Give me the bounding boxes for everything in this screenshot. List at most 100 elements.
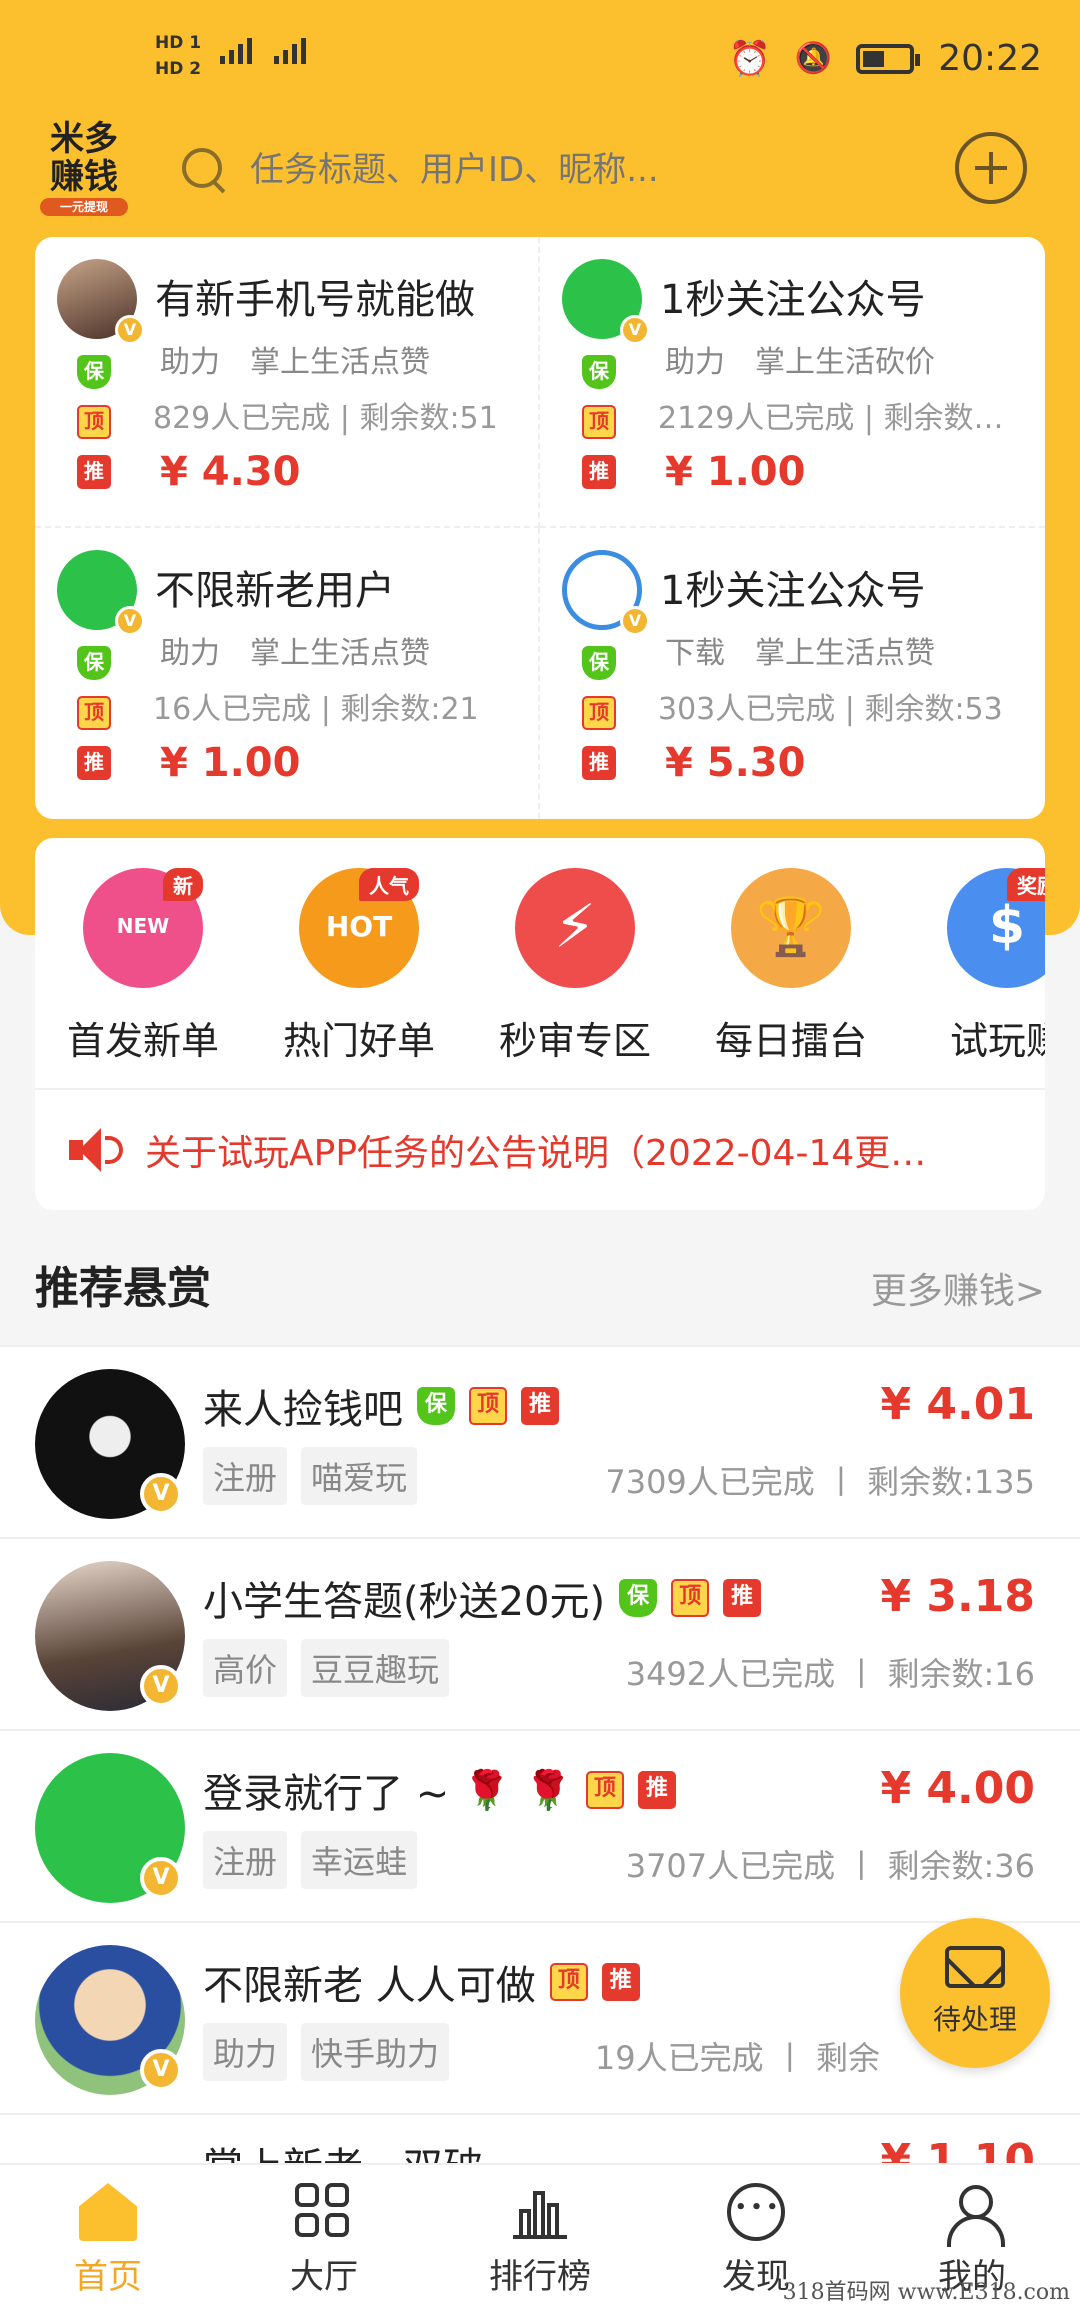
reward-stats: 3492人已完成 丨 剩余数:16 <box>625 1655 1035 1693</box>
section-title: 推荐悬赏 <box>35 1263 211 1314</box>
task-type: 助力 <box>665 345 725 380</box>
task-type: 下载 <box>665 636 725 671</box>
new-icon: NEW 新 <box>83 868 203 988</box>
status-bar: HD 1 HD 2 ⏰ 🔕 20:22 <box>0 0 1080 120</box>
menu-item-daily-arena[interactable]: 🏆 每日擂台 <box>683 868 899 1068</box>
trophy-icon: 🏆 <box>731 868 851 988</box>
reward-title: 登录就行了 ~ <box>203 1771 450 1817</box>
lightning-icon: ⚡ <box>515 868 635 988</box>
verified-badge: V <box>620 606 650 636</box>
task-stats: 829人已完成 | 剩余数:51 <box>153 401 498 436</box>
task-price: ¥ 1.00 <box>160 740 301 786</box>
recommend-badge: 推 <box>582 746 616 780</box>
featured-task-card[interactable]: V 保 顶 推 1秒关注公众号 下载 掌上生活点赞 303人已完成 | 剩余数:5… <box>540 528 1045 819</box>
task-type: 助力 <box>160 345 220 380</box>
task-stats: 2129人已完成 | 剩余数… <box>658 401 1004 436</box>
rose-icon: 🌹 <box>524 1767 572 1812</box>
clock: 20:22 <box>938 38 1042 79</box>
home-icon <box>79 2183 137 2241</box>
verified-badge: V <box>140 1473 182 1515</box>
verified-badge: V <box>115 606 145 636</box>
top-badge: 顶 <box>582 405 616 439</box>
featured-task-card[interactable]: V 保 顶 推 有新手机号就能做 助力 掌上生活点赞 829人已完成 | 剩余数:… <box>35 237 540 528</box>
verified-badge: V <box>140 2049 182 2091</box>
featured-task-card[interactable]: V 保 顶 推 不限新老用户 助力 掌上生活点赞 16人已完成 | 剩余数:21 … <box>35 528 540 819</box>
menu-item-first-release[interactable]: NEW 新 首发新单 <box>35 868 251 1068</box>
verified-badge: V <box>620 315 650 345</box>
list-item[interactable]: V 登录就行了 ~ 🌹 🌹 顶 推 注册 幸运蛙 ¥ 4.00 3707人已完成… <box>0 1729 1080 1921</box>
chat-icon <box>727 2183 785 2241</box>
top-badge: 顶 <box>549 1963 588 2001</box>
sim-badges: HD 1 HD 2 <box>155 30 201 82</box>
list-item[interactable]: V 小学生答题(秒送20元) 保 顶 推 高价 豆豆趣玩 ¥ 3.18 3492… <box>0 1537 1080 1729</box>
menu-label: 试玩赚 <box>949 1019 1045 1063</box>
tab-home[interactable]: 首页 <box>0 2165 216 2310</box>
reward-type-tag: 注册 <box>203 1831 288 1889</box>
menu-label: 热门好单 <box>282 1019 435 1063</box>
speaker-icon <box>69 1128 125 1172</box>
search-bar[interactable] <box>180 140 900 200</box>
add-task-button[interactable] <box>955 132 1027 204</box>
guarantee-badge: 保 <box>77 646 111 680</box>
menu-label: 秒审专区 <box>498 1019 651 1063</box>
task-title: 1秒关注公众号 <box>660 277 926 323</box>
menu-item-fast-review[interactable]: ⚡ 秒审专区 <box>467 868 683 1068</box>
reward-stats: 7309人已完成 丨 剩余数:135 <box>605 1463 1035 1501</box>
hot-icon: HOT 人气 <box>299 868 419 988</box>
search-icon <box>180 146 228 194</box>
task-type: 助力 <box>160 636 220 671</box>
task-project: 掌上生活点赞 <box>755 636 935 671</box>
reward-project-tag: 豆豆趣玩 <box>301 1639 450 1697</box>
reward-project-tag: 快手助力 <box>301 2023 450 2081</box>
task-title: 1秒关注公众号 <box>660 568 926 614</box>
guarantee-badge: 保 <box>582 646 616 680</box>
sim2-badge: HD 2 <box>155 59 202 79</box>
tab-ranking[interactable]: 排行榜 <box>432 2165 648 2310</box>
announcement-bar[interactable]: 关于试玩APP任务的公告说明（2022-04-14更… <box>35 1088 1045 1210</box>
top-badge: 顶 <box>585 1771 624 1809</box>
guarantee-badge: 保 <box>77 355 111 389</box>
recommend-badge: 推 <box>637 1771 676 1809</box>
user-icon <box>943 2183 1005 2247</box>
task-stats: 303人已完成 | 剩余数:53 <box>658 692 1003 727</box>
menu-item-hot[interactable]: HOT 人气 热门好单 <box>251 868 467 1068</box>
pending-label: 待处理 <box>932 2003 1017 2036</box>
battery-icon <box>856 43 921 74</box>
reward-project-tag: 幸运蛙 <box>301 1831 418 1889</box>
reward-type-tag: 高价 <box>203 1639 288 1697</box>
top-badge: 顶 <box>469 1387 507 1425</box>
mute-icon: 🔕 <box>794 41 833 76</box>
top-badge: 顶 <box>77 696 111 730</box>
app-logo: 米多 赚钱 一元提现 <box>35 120 133 224</box>
recommend-badge: 推 <box>582 455 616 489</box>
more-link[interactable]: 更多赚钱> <box>871 1262 1045 1314</box>
reward-type-tag: 注册 <box>203 1447 288 1505</box>
verified-badge: V <box>115 315 145 345</box>
mail-icon <box>945 1946 1005 1988</box>
task-price: ¥ 5.30 <box>665 740 806 786</box>
menu-label: 首发新单 <box>66 1019 219 1063</box>
menu-item-trial-play[interactable]: $ 奖励 试玩赚 <box>899 868 1045 1068</box>
search-input[interactable] <box>250 150 850 190</box>
reward-project-tag: 喵爱玩 <box>301 1447 418 1505</box>
reward-type-tag: 助力 <box>203 2023 288 2081</box>
verified-badge: V <box>140 1857 182 1899</box>
grid-icon <box>295 2183 353 2241</box>
featured-task-card[interactable]: V 保 顶 推 1秒关注公众号 助力 掌上生活砍价 2129人已完成 | 剩余数…… <box>540 237 1045 528</box>
task-price: ¥ 1.00 <box>665 449 806 495</box>
watermark: 318首码网 www.E318.com <box>782 2280 1070 2305</box>
tab-hall[interactable]: 大厅 <box>216 2165 432 2310</box>
category-menu: NEW 新 首发新单 HOT 人气 热门好单 ⚡ 秒审专区 🏆 每日擂台 $ 奖… <box>35 838 1045 1210</box>
top-badge: 顶 <box>77 405 111 439</box>
tab-label: 排行榜 <box>489 2257 591 2297</box>
rose-icon: 🌹 <box>463 1767 511 1812</box>
tab-label: 首页 <box>74 2257 142 2297</box>
recommend-badge: 推 <box>77 746 111 780</box>
bar-chart-icon <box>511 2183 569 2241</box>
pending-button[interactable]: 待处理 <box>900 1918 1050 2068</box>
top-badge: 顶 <box>671 1579 710 1617</box>
task-title: 不限新老用户 <box>155 568 395 614</box>
list-item[interactable]: V 来人捡钱吧 保 顶 推 注册 喵爱玩 ¥ 4.01 7309人已完成 丨 剩… <box>0 1345 1080 1537</box>
recommend-badge: 推 <box>77 455 111 489</box>
announcement-text: 关于试玩APP任务的公告说明（2022-04-14更… <box>145 1133 927 1174</box>
